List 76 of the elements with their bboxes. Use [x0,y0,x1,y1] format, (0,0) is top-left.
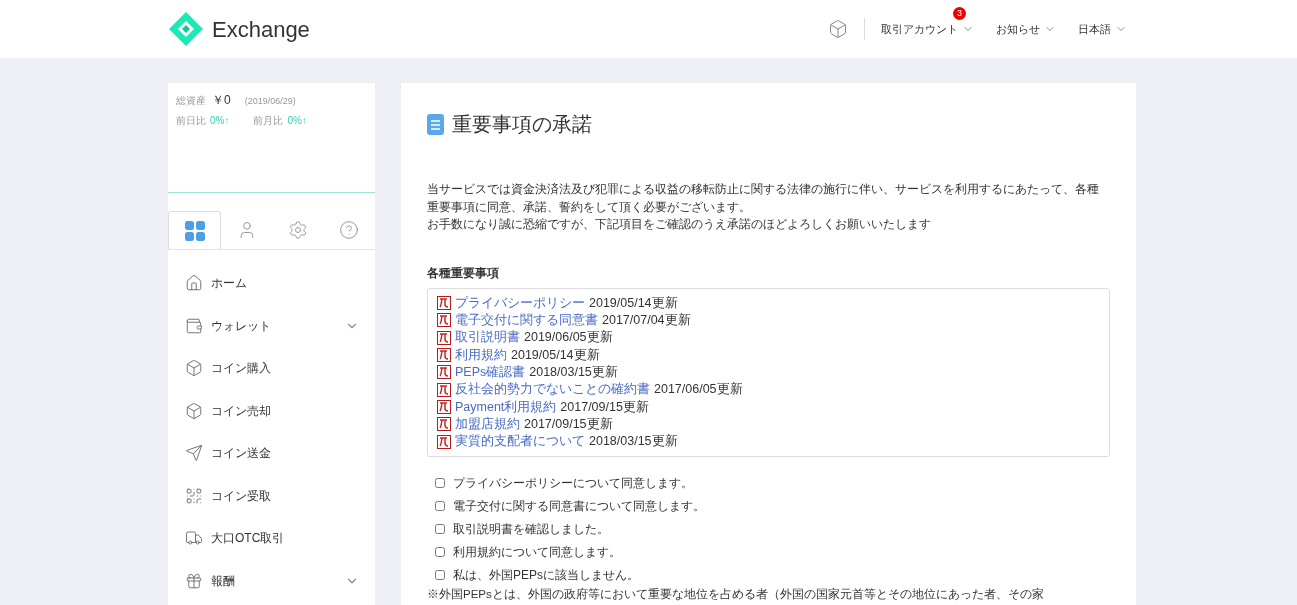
agreement-label: プライバシーポリシーについて同意します。 [453,474,693,492]
nav-menu[interactable]: お知らせ [996,20,1056,38]
agreement-checkbox[interactable] [435,500,445,511]
pdf-icon [437,296,451,311]
brand-name: Exchange [212,15,310,44]
pdf-icon [437,382,451,397]
document-link[interactable]: 反社会的勢力でないことの確約書 [455,380,650,399]
intro-text: お手数になり誠に恐縮ですが、下記項目をご確認のうえ承諾のほどよろしくお願いいたします [427,216,932,233]
agreement-checkbox[interactable] [435,546,445,557]
document-link[interactable]: 取引説明書 [455,328,520,348]
wallet-icon [185,316,203,335]
agreement-label: 私は、外国PEPsに該当しません。 [453,566,639,584]
pdf-icon [437,348,451,363]
truck-icon [185,529,203,548]
sidebar-item[interactable]: コイン購入 [168,347,375,390]
updated-date: 2019/06/05更新 [524,329,613,347]
qr-code-icon [185,486,203,505]
pdf-icon [437,399,451,414]
updated-date: 2017/09/15更新 [524,415,613,433]
sidebar-item[interactable]: ホーム [168,262,375,305]
updated-date: 2017/07/04更新 [602,312,691,330]
total-assets-label: 総資産 [176,94,206,108]
total-assets-value: ￥0 [212,92,231,109]
grid-icon [184,220,205,241]
page-title: 重要事項の承諾 [452,112,592,137]
updated-date: 2017/06/05更新 [654,381,743,399]
sidebar-item[interactable]: ウォレット [168,304,375,347]
agreement-label: 利用規約について同意します。 [453,543,621,561]
sidebar-tab[interactable] [168,211,222,249]
section-heading: 各種重要事項 [427,264,500,282]
pdf-icon [437,330,451,345]
home-icon [185,274,203,293]
pdf-icon [437,365,451,380]
notification-badge: 3 [953,6,966,20]
document-link[interactable]: プライバシーポリシー [455,293,585,313]
document-link[interactable]: 実質的支配者について [455,432,585,451]
paper-plane-icon [185,444,203,463]
intro-text: 当サービスでは資金決済法及び犯罪による収益の移転防止に関する法律の施行に伴い、サービスを利用するにあたって、各種重要事項に同意、承諾、誓約をして頂く必要がございます。 [427,181,1100,216]
pdf-icon [437,417,451,432]
agreement-label: 取引説明書を確認しました。 [453,520,609,538]
updated-date: 2017/09/15更新 [560,398,649,416]
sidebar-item[interactable]: コイン売却 [168,389,375,432]
clipboard-icon [427,113,444,135]
sidebar-item[interactable]: 報酬 [168,559,375,602]
updated-date: 2019/05/14更新 [589,294,678,312]
gift-icon [185,571,203,590]
help-icon [339,220,360,240]
cube-icon [185,401,203,420]
agreement-checkbox[interactable] [435,569,445,580]
change-value: 0%↑ [287,114,307,128]
document-link[interactable]: PEPs確認書 [455,362,526,382]
sidebar-item[interactable]: 大口OTC取引 [168,517,375,560]
agreement-label: 電子交付に関する同意書について同意します。 [453,497,705,515]
cube-icon [185,359,203,378]
document-link[interactable]: 電子交付に関する同意書 [455,311,598,330]
document-link[interactable]: 加盟店規約 [455,414,520,434]
settings-icon [288,220,309,240]
change-value: 0%↑ [210,114,230,128]
change-label: 前日比 [176,114,206,128]
change-label: 前月比 [253,114,284,128]
cube-icon[interactable] [828,19,848,39]
agreement-checkbox[interactable] [435,477,445,488]
updated-date: 2018/03/15更新 [529,363,618,381]
pdf-icon [437,434,451,449]
date-text: (2019/06/29) [244,95,296,108]
document-link[interactable]: Payment利用規約 [455,397,557,417]
note-text: ※外国PEPsとは、外国の政府等において重要な地位を占める者（外国の国家元首等とその地位にあった者、その家 [427,587,1045,603]
sidebar-item[interactable]: コイン受取 [168,474,375,517]
agreement-checkbox[interactable] [435,523,445,534]
nav-menu[interactable]: 取引アカウント [881,20,974,38]
document-link[interactable]: 利用規約 [455,345,507,365]
nav-menu[interactable]: 日本語 [1078,20,1127,38]
sidebar-item[interactable]: コイン送金 [168,432,375,475]
pdf-icon [437,313,451,328]
updated-date: 2019/05/14更新 [511,346,600,364]
updated-date: 2018/03/15更新 [589,433,678,451]
